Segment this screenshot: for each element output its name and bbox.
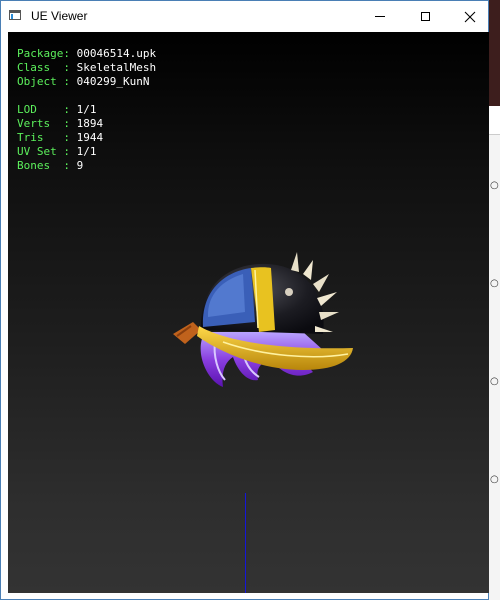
axis-line [245, 493, 246, 593]
lod-line: LOD : 1/1 [17, 103, 96, 117]
verts-line: Verts : 1894 [17, 117, 103, 131]
background-tick: ○ [490, 278, 499, 289]
maximize-button[interactable] [402, 1, 448, 32]
close-button[interactable] [447, 1, 493, 32]
package-line: Package: 00046514.upk [17, 47, 156, 61]
bones-line: Bones : 9 [17, 159, 83, 173]
app-icon[interactable] [9, 10, 21, 20]
background-window-header [488, 106, 500, 135]
lod-label: LOD : [17, 103, 70, 116]
uvset-value: 1/1 [76, 145, 97, 158]
background-tick: ○ [490, 180, 499, 191]
ue-viewer-window: UE Viewer Package: 00046514.upk Class : … [0, 0, 489, 600]
class-line: Class : SkeletalMesh [17, 61, 156, 75]
package-label: Package: [17, 47, 70, 60]
object-label: Object : [17, 75, 70, 88]
close-icon [464, 11, 476, 22]
package-value: 00046514.upk [76, 47, 157, 60]
bones-value: 9 [76, 159, 84, 172]
background-tick: ○ [490, 376, 499, 387]
verts-value: 1894 [76, 117, 104, 130]
tris-line: Tris : 1944 [17, 131, 103, 145]
uvset-label: UV Set : [17, 145, 70, 158]
background-tick: ○ [490, 474, 499, 485]
tris-label: Tris : [17, 131, 70, 144]
class-label: Class : [17, 61, 70, 74]
maximize-icon [420, 12, 430, 21]
bones-label: Bones : [17, 159, 70, 172]
object-value: 040299_KunN [76, 75, 150, 88]
minimize-button[interactable] [357, 1, 403, 32]
verts-label: Verts : [17, 117, 70, 130]
title-bar[interactable]: UE Viewer [1, 1, 488, 32]
lod-value: 1/1 [76, 103, 97, 116]
class-value: SkeletalMesh [76, 61, 157, 74]
helmet-mesh-render [173, 252, 353, 387]
object-line: Object : 040299_KunN [17, 75, 149, 89]
window-title: UE Viewer [31, 9, 88, 23]
minimize-icon [375, 16, 385, 17]
3d-viewport[interactable]: Package: 00046514.upk Class : SkeletalMe… [8, 32, 489, 593]
tris-value: 1944 [76, 131, 104, 144]
uvset-line: UV Set : 1/1 [17, 145, 96, 159]
